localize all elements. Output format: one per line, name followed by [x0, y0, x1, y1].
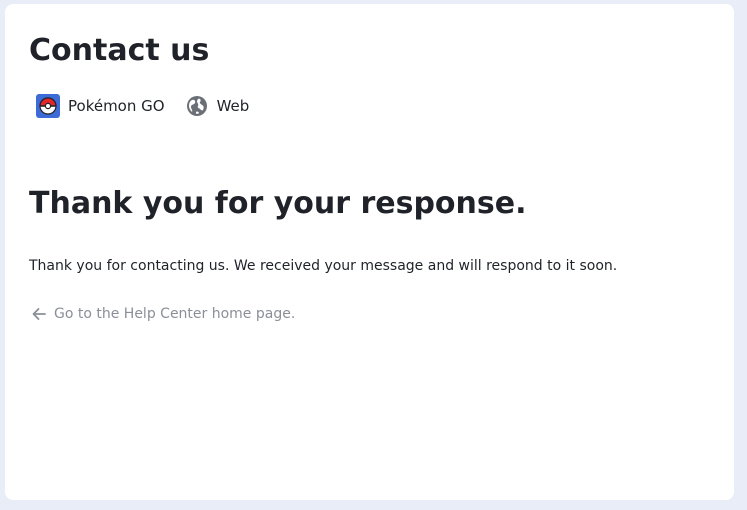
globe-icon — [185, 94, 209, 118]
help-center-home-link[interactable]: Go to the Help Center home page. — [30, 305, 295, 323]
page-title: Contact us — [29, 33, 210, 68]
arrow-left-icon — [32, 308, 46, 320]
tag-label: Web — [216, 97, 250, 115]
tag-web: Web — [185, 94, 250, 118]
tag-pokemon-go: Pokémon GO — [36, 94, 165, 118]
tag-label: Pokémon GO — [68, 97, 165, 115]
pokeball-icon — [36, 94, 60, 118]
confirmation-heading: Thank you for your response. — [29, 186, 527, 221]
product-tags: Pokémon GO Web — [36, 94, 249, 118]
help-center-link-label: Go to the Help Center home page. — [54, 306, 296, 322]
content-card: Contact us Pokémon GO Web Thank you for … — [5, 4, 734, 500]
confirmation-message: Thank you for contacting us. We received… — [29, 258, 618, 274]
